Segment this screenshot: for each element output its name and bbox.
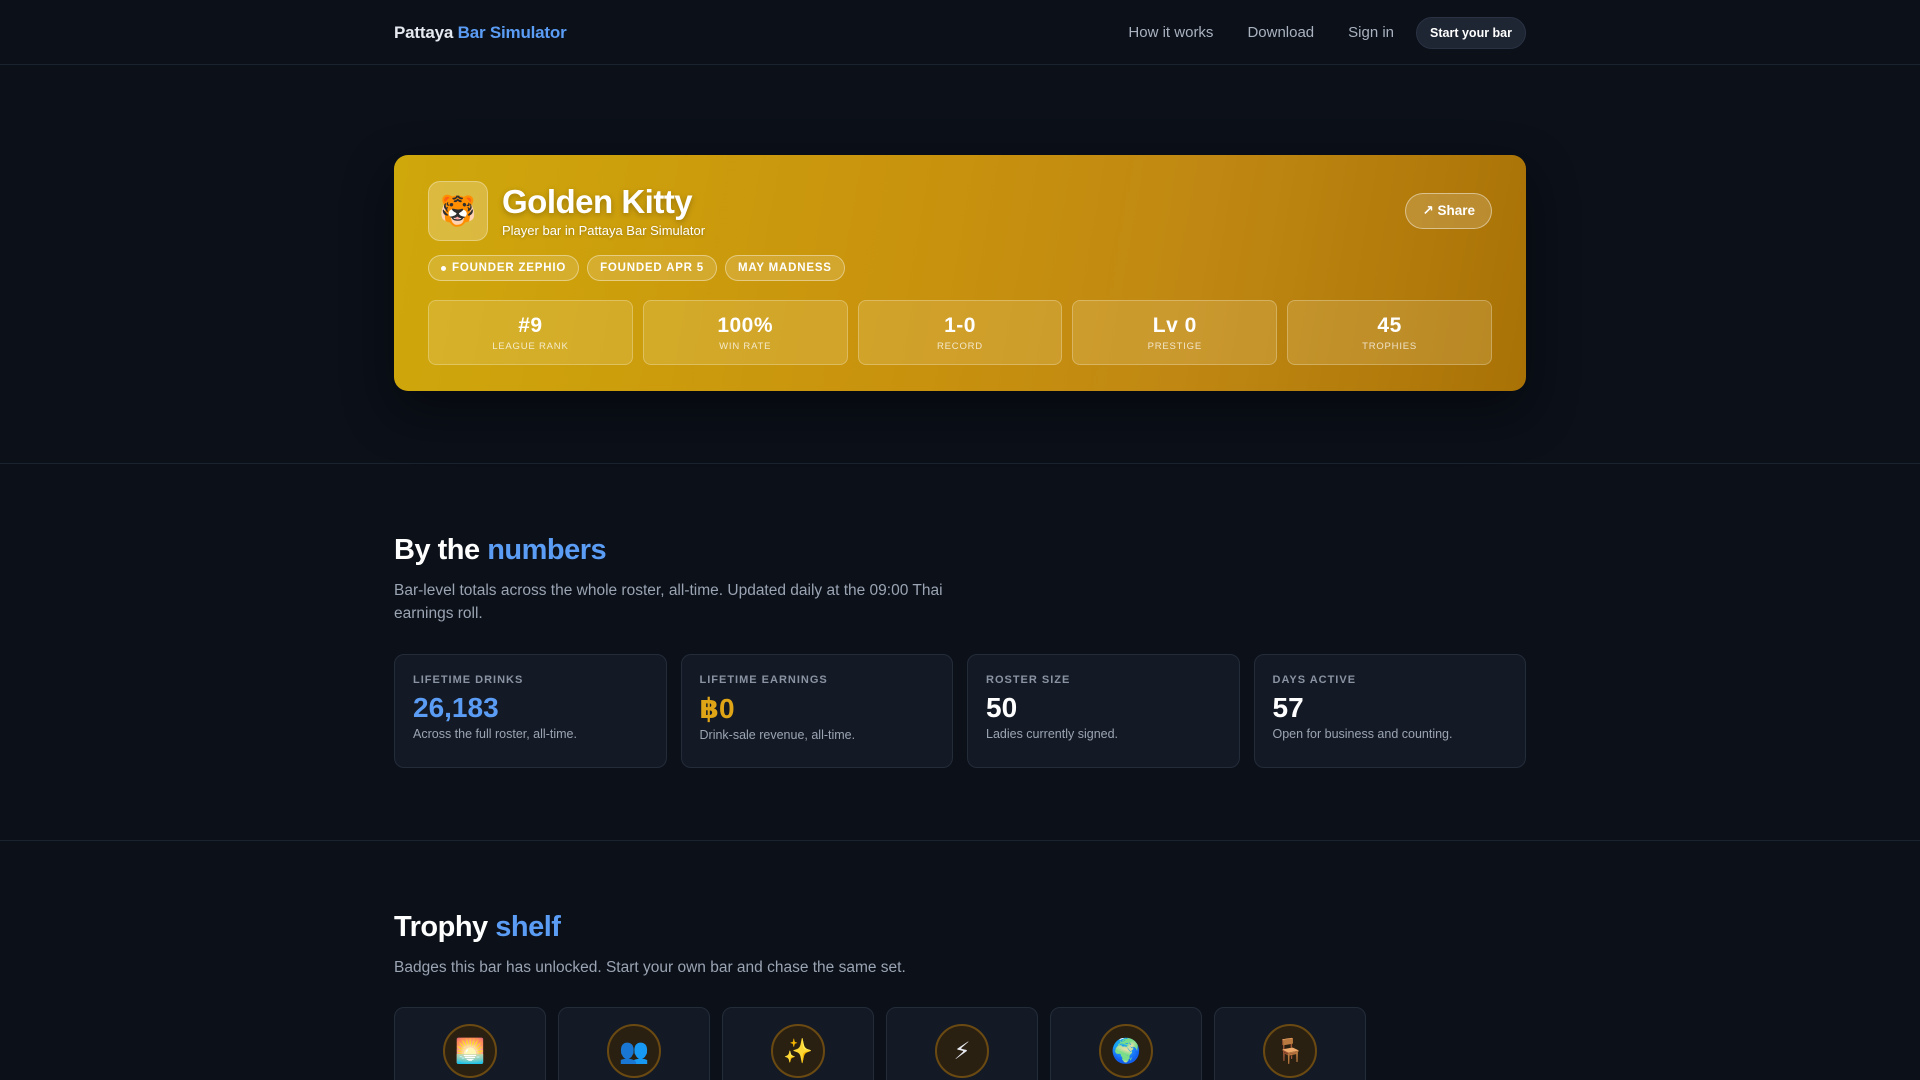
stat-value: 45 [1377, 313, 1402, 337]
numbers-section: By the numbers Bar-level totals across t… [0, 464, 1920, 841]
stat-record: 1-0 RECORD [857, 300, 1063, 365]
stat-value: 1-0 [944, 313, 976, 337]
metric-value: ฿0 [699, 692, 735, 724]
tiger-avatar-icon: 🐯 [428, 181, 488, 241]
stat-label: WIN RATE [719, 340, 772, 352]
globe-icon: 🌍 [1099, 1024, 1153, 1079]
share-button[interactable]: ↗ Share [1405, 193, 1492, 229]
brand-accent: Bar Simulator [457, 22, 567, 42]
nav-link-sign-in[interactable]: Sign in [1348, 24, 1394, 41]
section-title: By the numbers [394, 534, 1526, 567]
dot-icon [441, 265, 446, 271]
badge-card[interactable]: ⚡ [886, 1007, 1038, 1080]
top-nav: Pattaya Bar Simulator How it works Downl… [0, 0, 1920, 65]
section-title-accent: shelf [495, 911, 561, 943]
metric-label: ROSTER SIZE [986, 673, 1071, 686]
bar-name: Golden Kitty [502, 182, 693, 220]
badge-card[interactable]: 👥 [558, 1007, 710, 1080]
section-title-main: By the [394, 534, 480, 566]
metric-label: LIFETIME EARNINGS [699, 673, 828, 686]
stat-value: #9 [518, 313, 543, 337]
start-your-bar-button[interactable]: Start your bar [1416, 16, 1526, 49]
metric-roster-size: ROSTER SIZE 50 Ladies currently signed. [967, 653, 1240, 768]
section-title: Trophy shelf [394, 911, 1526, 944]
nav-link-download[interactable]: Download [1247, 24, 1314, 41]
metric-label: LIFETIME DRINKS [413, 673, 524, 686]
metric-days-active: DAYS ACTIVE 57 Open for business and cou… [1253, 653, 1526, 768]
stat-label: LEAGUE RANK [492, 340, 569, 352]
stat-label: RECORD [937, 340, 983, 352]
bar-profile-card: 🐯 Golden Kitty Player bar in Pattaya Bar… [394, 155, 1526, 391]
stat-win-rate: 100% WIN RATE [642, 300, 848, 365]
stat-label: PRESTIGE [1147, 340, 1203, 352]
section-title-accent: numbers [487, 534, 607, 566]
stat-prestige: Lv 0 PRESTIGE [1072, 300, 1278, 365]
metric-caption: Ladies currently signed. [986, 726, 1119, 741]
bar-subtitle: Player bar in Pattaya Bar Simulator [502, 223, 706, 239]
stat-trophies: 45 TROPHIES [1287, 300, 1492, 365]
sunrise-icon: 🌅 [443, 1024, 497, 1079]
stat-value: Lv 0 [1152, 313, 1197, 337]
metric-caption: Drink-sale revenue, all-time. [699, 727, 856, 742]
founder-chip: FOUNDER ZEPHIO [428, 255, 580, 281]
metric-caption: Across the full roster, all-time. [413, 726, 577, 741]
section-description: Bar-level totals across the whole roster… [394, 582, 943, 623]
section-description: Badges this bar has unlocked. Start your… [394, 959, 906, 976]
metric-label: DAYS ACTIVE [1272, 673, 1357, 686]
metric-lifetime-earnings: LIFETIME EARNINGS ฿0 Drink-sale revenue,… [680, 653, 953, 768]
bar-hero-section: 🐯 Golden Kitty Player bar in Pattaya Bar… [0, 65, 1920, 464]
metric-value: 26,183 [413, 691, 499, 723]
metric-caption: Open for business and counting. [1272, 726, 1453, 741]
stat-league-rank: #9 LEAGUE RANK [428, 300, 633, 365]
badge-card[interactable]: ✨ [722, 1007, 874, 1080]
bar-tags: FOUNDER ZEPHIO FOUNDED APR 5 MAY MADNESS [428, 255, 1492, 281]
badge-row: 🌅 👥 ✨ ⚡ 🌍 🪑 [394, 1007, 1526, 1080]
badge-card[interactable]: 🌍 [1050, 1007, 1202, 1080]
stat-label: TROPHIES [1362, 340, 1418, 352]
chair-icon: 🪑 [1263, 1024, 1317, 1079]
nav-links: How it works Download Sign in Start your… [1128, 16, 1526, 49]
metric-value: 50 [986, 691, 1018, 723]
metric-grid: LIFETIME DRINKS 26,183 Across the full r… [394, 653, 1526, 768]
brand-main: Pattaya [394, 22, 454, 42]
people-icon: 👥 [607, 1024, 661, 1079]
lightning-icon: ⚡ [935, 1024, 989, 1079]
sparkles-icon: ✨ [771, 1024, 825, 1079]
nav-link-how-it-works[interactable]: How it works [1128, 24, 1213, 41]
metric-lifetime-drinks: LIFETIME DRINKS 26,183 Across the full r… [394, 653, 667, 768]
founded-date-chip: FOUNDED APR 5 [587, 255, 717, 281]
badge-card[interactable]: 🌅 [394, 1007, 546, 1080]
brand-logo[interactable]: Pattaya Bar Simulator [394, 23, 567, 43]
badge-card[interactable]: 🪑 [1214, 1007, 1366, 1080]
metric-value: 57 [1272, 691, 1304, 723]
founder-chip-label: FOUNDER ZEPHIO [452, 262, 567, 274]
bar-stats: #9 LEAGUE RANK 100% WIN RATE 1-0 RECORD … [428, 300, 1492, 365]
event-chip: MAY MADNESS [724, 255, 845, 281]
trophy-shelf-section: Trophy shelf Badges this bar has unlocke… [0, 841, 1920, 1080]
stat-value: 100% [717, 313, 774, 337]
section-title-main: Trophy [394, 911, 488, 943]
